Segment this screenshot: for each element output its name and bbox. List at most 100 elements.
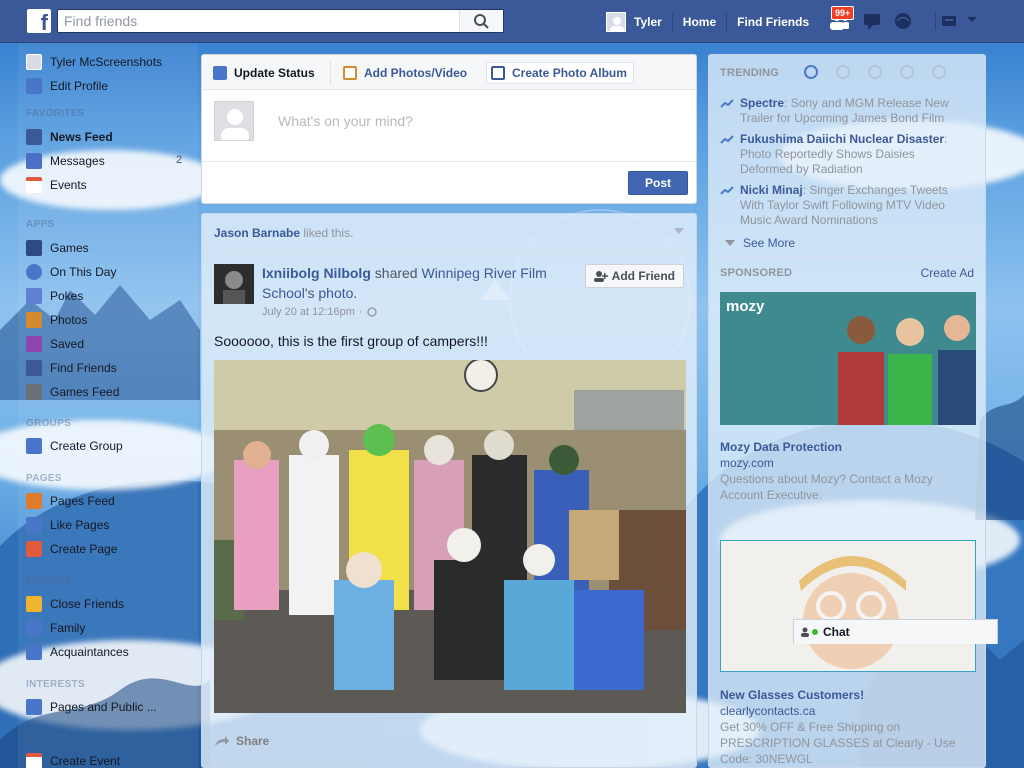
ad-domain[interactable]: mozy.com [720,456,774,470]
privacy-shortcuts-icon[interactable] [939,11,959,31]
sidebar-item-label: Family [50,621,86,635]
ad-title[interactable]: New Glasses Customers! [720,688,864,702]
home-link[interactable]: Home [683,15,716,29]
find-friends-link[interactable]: Find Friends [737,15,809,29]
sidebar-item-acquaintances[interactable]: Acquaintances [26,642,129,662]
add-friend-button[interactable]: Add Friend [584,264,684,288]
sidebar-item-photos[interactable]: Photos [26,310,87,330]
plus-icon [26,438,42,454]
sidebar-item-label: News Feed [50,130,113,144]
album-icon [491,66,505,80]
right-column: TRENDING Spectre: Sony and MGM Release N… [708,54,986,768]
ad-image-mozy[interactable]: mozy [720,292,976,425]
sports-icon[interactable] [900,65,914,79]
sidebar-item-saved[interactable]: Saved [26,334,84,354]
sidebar-item-create-group[interactable]: Create Group [26,436,123,456]
story-options-chevron-icon[interactable] [674,228,684,234]
sidebar-item-family[interactable]: Family [26,618,85,638]
sidebar-item-label: Games Feed [50,385,120,399]
sponsored-heading: SPONSORED [720,267,793,279]
user-name-link[interactable]: Tyler [634,15,662,29]
events-heading: EVENTS [26,733,68,744]
tab-create-album[interactable]: Create Photo Album [486,62,634,84]
pencil-icon [213,66,227,80]
sidebar-item-news-feed[interactable]: News Feed [26,127,113,147]
create-ad-link[interactable]: Create Ad [921,266,974,280]
messages-icon[interactable] [862,11,882,31]
story-photo[interactable] [214,360,686,713]
sidebar-item-create-page[interactable]: Create Page [26,539,117,559]
photo-link[interactable]: photo. [318,285,357,301]
trend-name[interactable]: Nicki Minaj [740,183,803,197]
edit-profile-link[interactable]: Edit Profile [26,76,108,96]
glasses-ad-photo [721,541,975,671]
divider [935,12,936,30]
camera-icon [343,66,357,80]
search-button[interactable] [459,10,503,32]
trend-name[interactable]: Fukushima Daiichi Nuclear Disaster [740,132,944,146]
status-input[interactable]: What's on your mind? [278,113,678,129]
ad-title[interactable]: Mozy Data Protection [720,440,842,454]
sidebar-item-events[interactable]: Events [26,175,87,195]
tab-add-photos[interactable]: Add Photos/Video [343,62,467,84]
sidebar-item-on-this-day[interactable]: On This Day [26,262,116,282]
profile-link[interactable]: Tyler McScreenshots [26,52,162,72]
top-nav: Tyler Home Find Friends [606,0,809,43]
add-friend-icon [593,271,608,282]
author-name[interactable]: Ixniibolg Nilbolg [262,265,371,281]
messages-icon [26,153,42,169]
news-feed-icon [26,129,42,145]
sidebar-item-label: Events [50,178,87,192]
story-context: Jason Barnabe liked this. [214,226,353,240]
account-menu-chevron-icon[interactable] [966,16,986,36]
top-bar: f Tyler Home Find Friends 99+ [0,0,1024,43]
science-tech-icon[interactable] [868,65,882,79]
mozy-logo: mozy [726,298,765,315]
user-avatar[interactable] [606,11,626,32]
sidebar-item-messages[interactable]: Messages [26,151,105,171]
top-trends-icon[interactable] [804,65,818,79]
sidebar-item-games-feed[interactable]: Games Feed [26,382,119,402]
trending-item[interactable]: Spectre: Sony and MGM Release New Traile… [720,96,970,126]
chat-sidebar-toggle[interactable]: Chat [793,619,998,644]
liker-name[interactable]: Jason Barnabe [214,226,300,240]
clock-icon [26,264,42,280]
trending-arrow-icon [720,135,734,144]
sidebar-item-label: Saved [50,337,85,351]
sidebar-item-close-friends[interactable]: Close Friends [26,594,124,614]
sidebar-item-like-pages[interactable]: Like Pages [26,515,109,535]
facebook-logo[interactable]: f [27,9,51,33]
ad-domain[interactable]: clearlycontacts.ca [720,704,815,718]
post-button[interactable]: Post [628,171,688,195]
tab-update-status[interactable]: Update Status [213,62,315,84]
search-input[interactable] [58,10,458,32]
trending-heading: TRENDING [720,67,780,79]
calendar-plus-icon [26,753,42,768]
composer-tabs: Update Status Add Photos/Video Create Ph… [202,55,696,90]
tab-label: Add Photos/Video [364,66,468,80]
timestamp[interactable]: July 20 at 12:16pm [262,306,355,318]
politics-icon[interactable] [836,65,850,79]
find-friends-icon [26,360,42,376]
notifications-globe-icon[interactable] [893,11,913,31]
trending-category-tabs [804,65,946,79]
sidebar-item-pages-and-public[interactable]: Pages and Public ... [26,697,157,717]
sidebar-item-pokes[interactable]: Pokes [26,286,83,306]
sidebar-item-pages-feed[interactable]: Pages Feed [26,491,115,511]
sidebar-item-games[interactable]: Games [26,238,89,258]
author-avatar[interactable] [214,264,254,304]
share-button[interactable]: Share [214,734,269,748]
see-more-link[interactable]: See More [725,236,795,250]
composer-avatar [214,101,254,141]
sidebar-item-create-event[interactable]: Create Event [26,751,120,768]
sidebar-item-find-friends[interactable]: Find Friends [26,358,117,378]
tab-label: Create Photo Album [512,66,627,80]
story-title: Ixniibolg Nilbolg shared Winnipeg River … [262,263,582,303]
globe-privacy-icon[interactable] [366,307,377,317]
ad-image-clearly[interactable] [720,540,976,672]
trend-name[interactable]: Spectre [740,96,784,110]
trending-item[interactable]: Fukushima Daiichi Nuclear Disaster: Phot… [720,132,970,177]
groups-heading: GROUPS [26,418,72,429]
entertainment-icon[interactable] [932,65,946,79]
trending-item[interactable]: Nicki Minaj: Singer Exchanges Tweets Wit… [720,183,970,228]
